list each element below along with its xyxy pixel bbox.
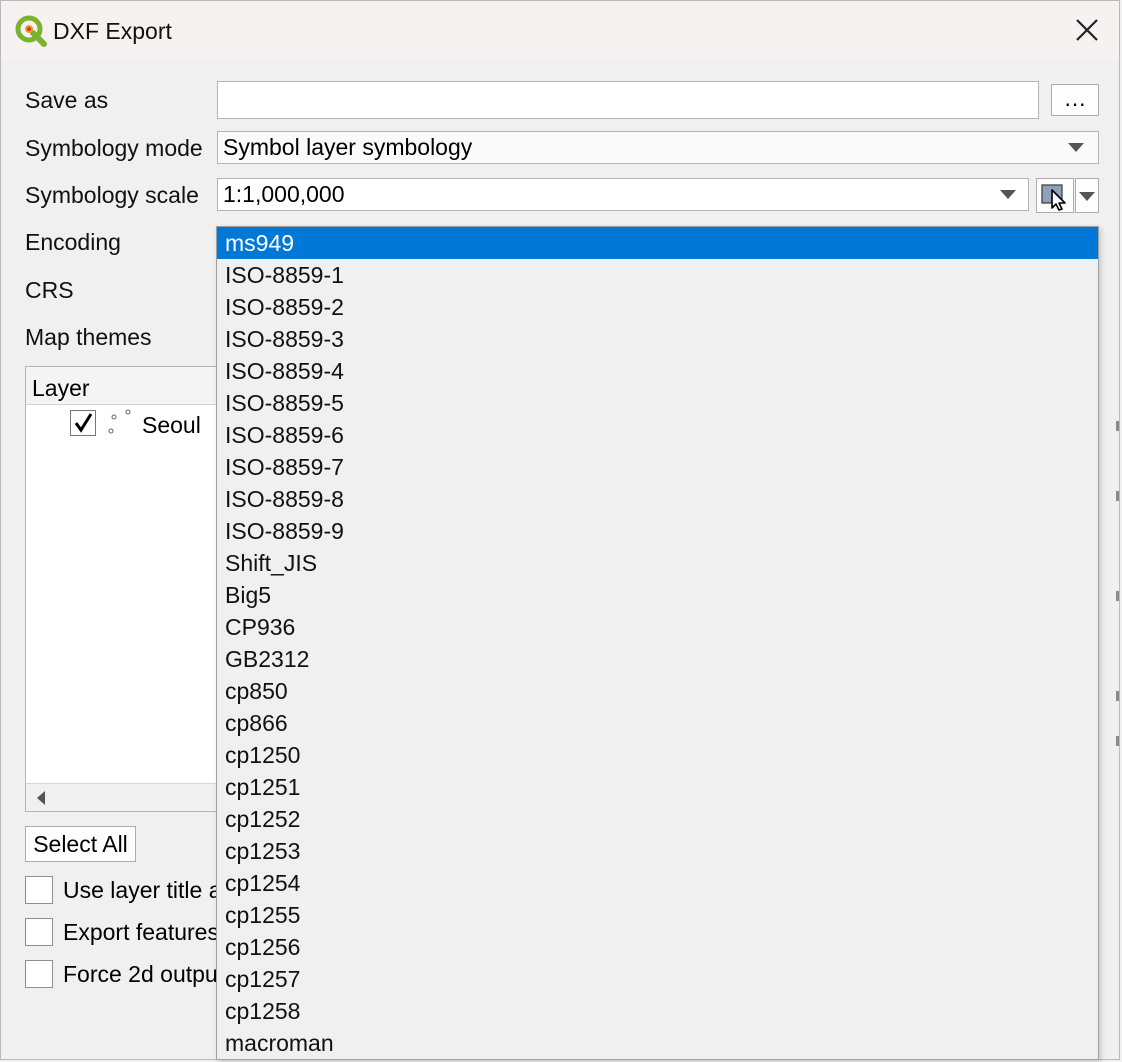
encoding-option[interactable]: ISO-8859-7 [217, 451, 1098, 483]
encoding-option[interactable]: ISO-8859-8 [217, 483, 1098, 515]
close-button[interactable] [1067, 11, 1107, 49]
encoding-label: Encoding [25, 229, 121, 255]
chevron-down-icon [1068, 143, 1084, 152]
encoding-option[interactable]: Shift_JIS [217, 547, 1098, 579]
title-bar: DXF Export [1, 1, 1119, 59]
export-features-checkbox[interactable] [25, 918, 53, 946]
layer-column-header[interactable]: Layer [26, 367, 224, 405]
encoding-option[interactable]: cp1250 [217, 739, 1098, 771]
edge-marker [1116, 691, 1119, 701]
encoding-option[interactable]: ISO-8859-1 [217, 259, 1098, 291]
encoding-option[interactable]: cp850 [217, 675, 1098, 707]
point-layer-icon [108, 409, 131, 434]
encoding-option[interactable]: cp1255 [217, 899, 1098, 931]
encoding-option[interactable]: macroman [217, 1027, 1098, 1059]
use-layer-title-checkbox[interactable] [25, 876, 53, 904]
encoding-option[interactable]: ISO-8859-5 [217, 387, 1098, 419]
symbology-scale-label: Symbology scale [25, 182, 199, 208]
close-icon [1076, 19, 1098, 41]
scroll-left-icon [37, 791, 45, 805]
layer-row[interactable]: Seoul [26, 407, 224, 441]
encoding-option[interactable]: cp1251 [217, 771, 1098, 803]
symbology-mode-value: Symbol layer symbology [223, 134, 473, 160]
edge-marker [1116, 491, 1119, 501]
encoding-option[interactable]: ISO-8859-2 [217, 291, 1098, 323]
encoding-option[interactable]: cp1256 [217, 931, 1098, 963]
encoding-option[interactable]: CP936 [217, 611, 1098, 643]
encoding-option[interactable]: ISO-8859-4 [217, 355, 1098, 387]
crs-label: CRS [25, 277, 74, 303]
layer-tree[interactable]: Layer Seoul [25, 366, 225, 812]
symbology-scale-combo[interactable]: 1:1,000,000 [217, 178, 1029, 211]
force-2d-output-label: Force 2d outpu [63, 961, 218, 987]
browse-button[interactable]: … [1051, 84, 1099, 116]
encoding-option[interactable]: cp1258 [217, 995, 1098, 1027]
force-2d-output-checkbox[interactable] [25, 960, 53, 988]
symbology-scale-value: 1:1,000,000 [223, 181, 345, 207]
encoding-option[interactable]: cp1252 [217, 803, 1098, 835]
layer-name: Seoul [142, 412, 201, 438]
symbology-mode-select[interactable]: Symbol layer symbology [217, 131, 1099, 164]
encoding-option[interactable]: GB2312 [217, 643, 1098, 675]
encoding-option[interactable]: cp1254 [217, 867, 1098, 899]
use-layer-title-label: Use layer title a [63, 877, 222, 903]
save-as-label: Save as [25, 87, 109, 113]
edge-marker [1116, 736, 1119, 746]
encoding-option[interactable]: ms949 [217, 227, 1098, 259]
checkmark-icon [74, 413, 93, 433]
encoding-option[interactable]: cp866 [217, 707, 1098, 739]
horizontal-scrollbar[interactable] [26, 783, 224, 811]
map-canvas-scale-icon [1041, 184, 1066, 211]
export-features-label: Export features [63, 919, 219, 945]
window-title: DXF Export [53, 18, 172, 44]
save-as-input[interactable] [217, 81, 1039, 119]
encoding-option[interactable]: ISO-8859-6 [217, 419, 1098, 451]
edge-marker [1116, 591, 1119, 601]
encoding-option[interactable]: cp1257 [217, 963, 1098, 995]
encoding-dropdown-list[interactable]: ms949 ISO-8859-1 ISO-8859-2 ISO-8859-3 I… [216, 226, 1099, 1060]
encoding-option[interactable]: ISO-8859-9 [217, 515, 1098, 547]
encoding-option[interactable]: Big5 [217, 579, 1098, 611]
chevron-down-icon [1000, 190, 1016, 199]
map-themes-label: Map themes [25, 324, 152, 350]
layer-header-label: Layer [32, 375, 90, 401]
qgis-logo-icon [15, 15, 47, 47]
encoding-option[interactable]: cp1253 [217, 835, 1098, 867]
chevron-down-icon [1079, 192, 1095, 201]
encoding-option[interactable]: ISO-8859-3 [217, 323, 1098, 355]
edge-marker [1116, 421, 1119, 431]
scale-from-map-button[interactable] [1036, 178, 1074, 213]
scale-dropdown-button[interactable] [1075, 178, 1099, 213]
select-all-button[interactable]: Select All [25, 826, 136, 862]
symbology-mode-label: Symbology mode [25, 135, 203, 161]
layer-checkbox[interactable] [70, 410, 96, 436]
